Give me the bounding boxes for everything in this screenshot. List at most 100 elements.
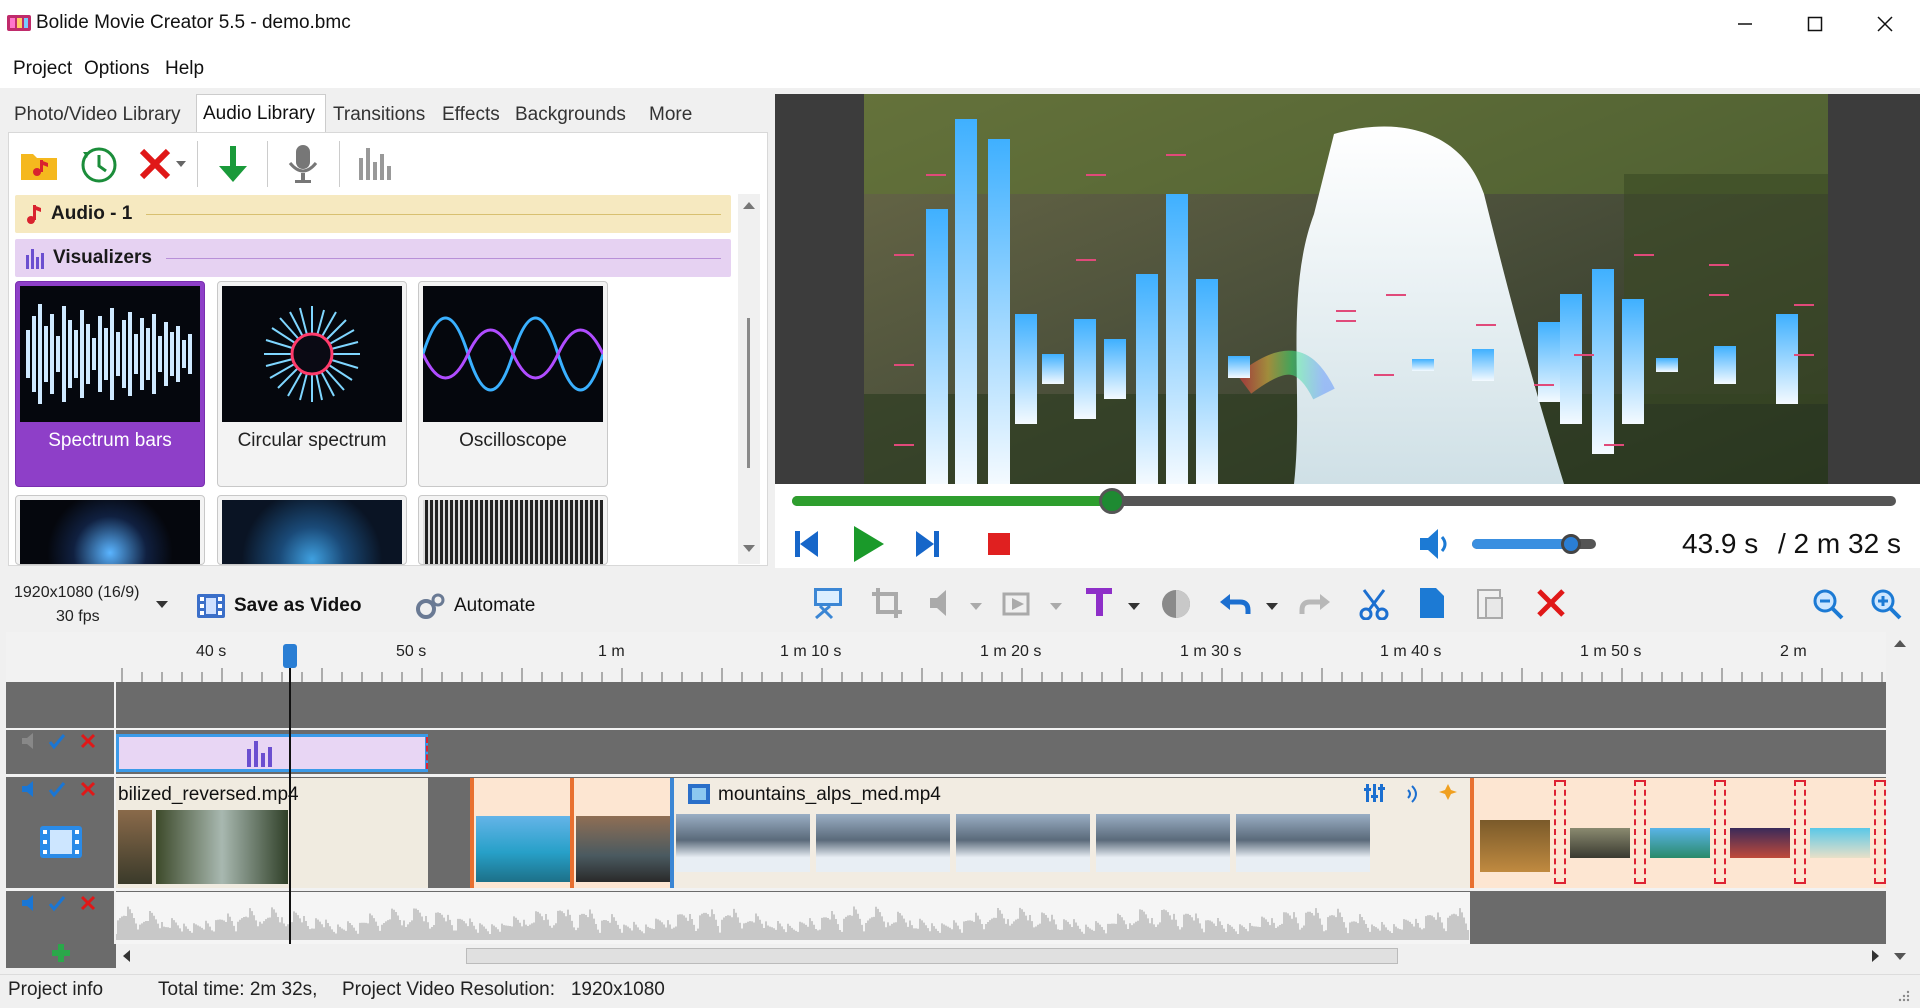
transition-button[interactable] — [1002, 588, 1034, 623]
transition-icon — [1002, 592, 1030, 616]
clip-thumbnail — [118, 810, 152, 884]
visualizer-tile[interactable] — [418, 495, 608, 565]
transition-dropdown-button[interactable] — [1050, 598, 1062, 616]
ruler-label: 50 s — [396, 643, 427, 660]
seek-thumb[interactable] — [1099, 488, 1126, 514]
group-visualizers-label: Visualizers — [53, 247, 152, 268]
audio-clip[interactable] — [115, 892, 1470, 944]
music-note-icon — [27, 205, 41, 224]
clip-thumbnail — [816, 814, 950, 872]
delete-audio-button[interactable] — [135, 141, 175, 187]
resolution-dropdown-button[interactable] — [156, 596, 168, 614]
clip-thumbnail — [1236, 814, 1370, 872]
tile-thumbnail — [20, 500, 200, 564]
volume-dropdown-button[interactable] — [970, 598, 982, 616]
timeline-vertical-scrollbar[interactable] — [1886, 632, 1914, 968]
next-button[interactable] — [910, 527, 944, 561]
total-time-status: Total time: 2m 32s, — [158, 979, 318, 1000]
menu-options[interactable]: Options — [84, 58, 149, 80]
color-button[interactable] — [1160, 588, 1192, 625]
mute-button[interactable] — [1418, 527, 1454, 561]
undo-dropdown-button[interactable] — [1266, 598, 1278, 616]
visualizer-tile-circular-spectrum[interactable]: Circular spectrum — [217, 281, 407, 487]
close-button[interactable] — [1852, 0, 1918, 48]
video-clip[interactable]: bilized_reversed.mp4 — [116, 778, 428, 888]
tab-audio-library[interactable]: Audio Library — [196, 94, 326, 134]
add-text-button[interactable] — [1084, 586, 1114, 623]
copy-button[interactable] — [1418, 586, 1446, 625]
text-dropdown-button[interactable] — [1128, 598, 1140, 616]
paste-button[interactable] — [1476, 586, 1506, 625]
photo-clip[interactable] — [570, 778, 670, 888]
record-voice-button[interactable] — [279, 141, 327, 187]
zoom-out-button[interactable] — [1812, 588, 1844, 625]
group-visualizers-header[interactable]: Visualizers — [15, 239, 731, 277]
visualizer-button[interactable] — [351, 141, 399, 187]
paste-icon — [1477, 589, 1503, 619]
photo-clips[interactable] — [1470, 778, 1886, 888]
resolution-status: Project Video Resolution: 1920x1080 — [342, 979, 665, 1000]
undo-button[interactable] — [1218, 588, 1252, 623]
add-track-button[interactable] — [50, 942, 72, 964]
adjust-icon — [1364, 784, 1385, 802]
volume-slider[interactable] — [1472, 534, 1596, 554]
download-button[interactable] — [209, 141, 257, 187]
visualizer-tile-spectrum-bars[interactable]: Spectrum bars — [15, 281, 205, 487]
delete-clip-button[interactable] — [1536, 588, 1566, 623]
play-button[interactable] — [850, 524, 886, 564]
speaker-icon — [22, 733, 33, 749]
scroll-thumb[interactable] — [466, 948, 1398, 964]
stop-button[interactable] — [988, 533, 1010, 555]
playhead-handle[interactable] — [283, 644, 297, 668]
save-as-video-button[interactable]: Save as Video — [196, 588, 386, 624]
tab-effects[interactable]: Effects — [442, 96, 500, 132]
visualizer-tile[interactable] — [15, 495, 205, 565]
group-audio-header[interactable]: Audio - 1 — [15, 195, 731, 233]
recent-button[interactable] — [75, 141, 123, 187]
tab-more[interactable]: More — [649, 96, 692, 132]
microphone-icon — [288, 145, 318, 183]
seek-bar[interactable] — [792, 488, 1896, 514]
zoom-in-button[interactable] — [1870, 588, 1902, 625]
project-info-link[interactable]: Project info — [8, 979, 103, 1001]
cut-button[interactable] — [1358, 588, 1390, 625]
clip-thumbnail — [956, 814, 1090, 872]
resolution-label[interactable]: 1920x1080 (16/9) — [14, 584, 139, 602]
visualizer-clip[interactable] — [116, 734, 428, 772]
menu-help[interactable]: Help — [165, 58, 204, 80]
previous-button[interactable] — [790, 527, 824, 561]
folder-music-icon — [21, 154, 57, 180]
color-circle-icon — [1162, 590, 1190, 618]
ruler-label: 1 m 40 s — [1380, 643, 1442, 660]
redo-button[interactable] — [1298, 588, 1332, 623]
maximize-button[interactable] — [1782, 0, 1848, 48]
split-clip-button[interactable] — [810, 584, 846, 625]
library-scrollbar[interactable] — [738, 194, 760, 564]
open-audio-button[interactable] — [15, 141, 63, 187]
tab-transitions[interactable]: Transitions — [333, 96, 425, 132]
scroll-right-icon — [1872, 950, 1879, 962]
delete-dropdown-button[interactable] — [171, 141, 191, 187]
minimize-button[interactable] — [1712, 0, 1778, 48]
video-preview[interactable] — [864, 94, 1828, 484]
photo-clip[interactable] — [470, 778, 570, 888]
tab-backgrounds[interactable]: Backgrounds — [515, 96, 626, 132]
ruler-label: 1 m 10 s — [780, 643, 842, 660]
automate-button[interactable]: Automate — [414, 588, 564, 624]
volume-adjust-button[interactable] — [928, 588, 958, 623]
text-icon — [1086, 588, 1112, 616]
timeline-horizontal-scrollbar[interactable] — [116, 944, 1886, 968]
tab-photo-video-library[interactable]: Photo/Video Library — [12, 96, 181, 132]
menu-project[interactable]: Project — [13, 58, 72, 80]
clip-thumbnail — [676, 814, 810, 872]
undo-icon — [1220, 594, 1251, 614]
crop-button[interactable] — [870, 586, 904, 625]
clock-icon — [81, 147, 117, 183]
ruler-label: 1 m — [598, 643, 625, 660]
video-track-controls — [22, 781, 96, 798]
spectrum-bars-thumbnail — [20, 286, 200, 422]
video-clip-mountains[interactable]: mountains_alps_med.mp4 — [670, 778, 1470, 888]
visualizer-tile-oscilloscope[interactable]: Oscilloscope — [418, 281, 608, 487]
clip-thumbnail — [1570, 828, 1630, 858]
visualizer-tile[interactable] — [217, 495, 407, 565]
